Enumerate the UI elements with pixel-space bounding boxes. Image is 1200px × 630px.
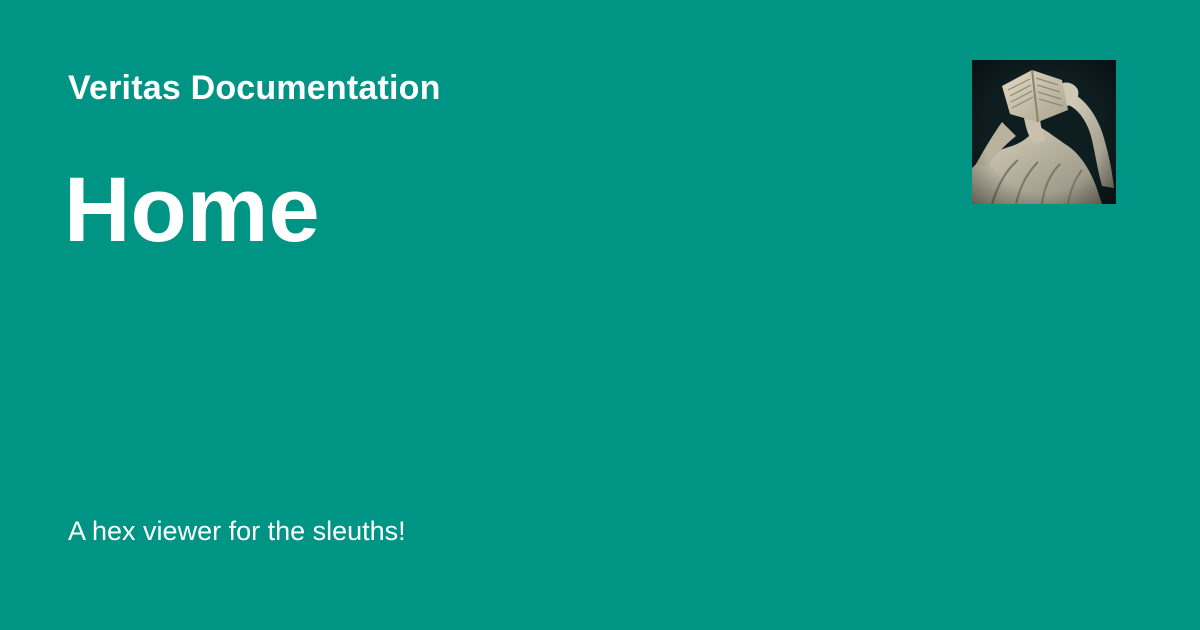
- statue-with-book-icon: [972, 60, 1116, 204]
- site-name: Veritas Documentation: [68, 69, 441, 107]
- page-description: A hex viewer for the sleuths!: [68, 516, 406, 546]
- logo-image: [972, 60, 1116, 204]
- page-title: Home: [64, 159, 320, 261]
